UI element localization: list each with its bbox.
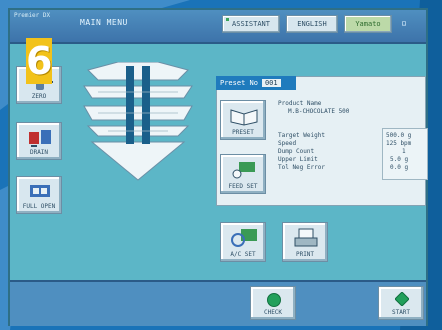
drain-icon: [29, 130, 51, 147]
value-speed: 125 bpm: [386, 140, 412, 147]
assistant-button[interactable]: ASSISTANT: [222, 15, 280, 33]
feed-set-button[interactable]: FEED SET: [220, 154, 266, 194]
start-button[interactable]: START: [378, 286, 424, 320]
field-dump-count: Dump Count: [278, 148, 315, 155]
weigher-schematic: [83, 62, 193, 181]
full-open-button[interactable]: FULL OPEN: [16, 176, 62, 214]
check-icon: [267, 293, 281, 307]
ac-set-button[interactable]: A/C SET: [220, 222, 266, 262]
print-button[interactable]: PRINT: [282, 222, 328, 262]
tools-button[interactable]: Yamato: [344, 15, 392, 33]
value-tol-neg: 0.0 g: [390, 164, 409, 171]
check-button[interactable]: CHECK: [250, 286, 296, 320]
ac-set-icon: [231, 229, 257, 247]
menu-title: MAIN MENU: [80, 18, 128, 27]
feed-set-icon: [232, 162, 255, 179]
drain-button[interactable]: DRAIN: [16, 122, 62, 160]
field-tol-neg: Tol Neg Error: [278, 164, 325, 171]
book-icon: [230, 109, 258, 126]
model-label: Premier DX: [14, 12, 51, 19]
hmi-screen: Premier DX MAIN MENU ASSISTANT ENGLISH Y…: [8, 8, 428, 326]
language-button[interactable]: ENGLISH: [286, 15, 338, 33]
top-bar: Premier DX MAIN MENU ASSISTANT ENGLISH Y…: [10, 10, 426, 44]
value-target-weight: 500.0 g: [386, 132, 412, 139]
field-upper-limit: Upper Limit: [278, 156, 318, 163]
field-speed: Speed: [278, 140, 297, 147]
start-icon: [395, 292, 409, 306]
product-name-label: Product Name: [278, 100, 322, 107]
product-name-value: M.B-CHOCOLATE 500: [288, 108, 350, 115]
value-dump-count: 1: [402, 148, 406, 155]
step-badge: 6: [26, 38, 53, 84]
status-dot-icon: [226, 18, 229, 21]
value-upper-limit: 5.0 g: [390, 156, 409, 163]
preset-button[interactable]: PRESET: [220, 100, 266, 140]
corner-icon[interactable]: ▫: [398, 18, 410, 30]
full-open-icon: [30, 185, 50, 197]
printer-icon: [294, 228, 318, 247]
bottom-bar: [10, 280, 426, 326]
preset-header: Preset No 001: [216, 76, 296, 90]
preset-number[interactable]: 001: [261, 79, 281, 87]
field-target-weight: Target Weight: [278, 132, 325, 139]
